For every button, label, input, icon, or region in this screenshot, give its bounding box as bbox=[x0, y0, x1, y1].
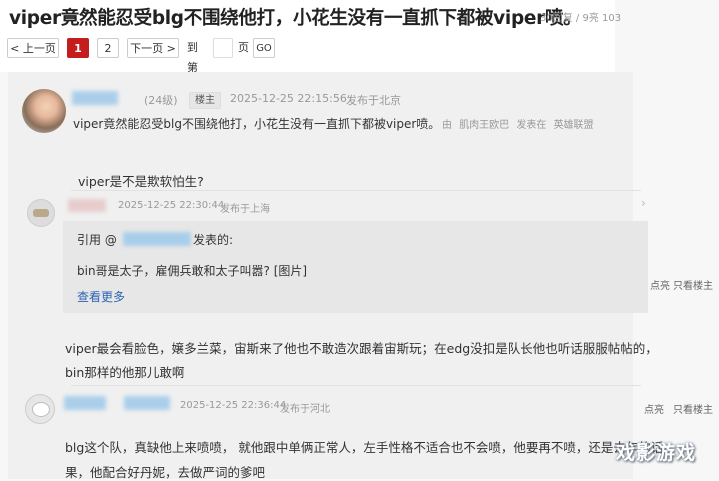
quote-text: bin哥是太子，雇佣兵敢和太子叫嚣? [图片] bbox=[77, 264, 308, 278]
reply2-body-line1: blg这个队，真缺他上来喷喷， 就他跟中单俩正常人，左手性格不适合也不会喷，他要… bbox=[65, 440, 664, 455]
thread-title: viper竟然能忍受blg不围绕他打，小花生没有一直抓下都被viper喷。 bbox=[9, 8, 582, 29]
op-badge: 楼主 bbox=[189, 92, 221, 109]
op-location: 发布于北京 bbox=[346, 94, 401, 107]
goto-suffix-label: 页 bbox=[238, 41, 249, 54]
reply2-level-redacted bbox=[124, 396, 170, 410]
op-post-body: viper竟然能忍受blg不围绕他打，小花生没有一直抓下都被viper喷。 bbox=[73, 117, 441, 131]
quote-username-redacted[interactable] bbox=[123, 232, 191, 246]
reply2-username-redacted[interactable] bbox=[64, 396, 106, 410]
page-number-input[interactable] bbox=[213, 38, 233, 58]
source-board-link[interactable]: 英雄联盟 bbox=[554, 120, 594, 131]
reply1-post-time: 2025-12-25 22:30:44 bbox=[118, 200, 225, 211]
reply2-location: 发布于河北 bbox=[280, 404, 330, 415]
reply2-post-time: 2025-12-25 22:36:44 bbox=[180, 400, 287, 411]
next-page-button[interactable]: 下一页 > bbox=[127, 38, 179, 58]
reply1-more-icon[interactable]: › bbox=[641, 196, 646, 210]
reply2-op-only-button[interactable]: 只看楼主 bbox=[673, 401, 713, 416]
source-mid: 发表在 bbox=[516, 120, 547, 131]
reply1-avatar[interactable] bbox=[27, 199, 55, 227]
see-more-link[interactable]: 查看更多 bbox=[77, 288, 125, 305]
reply1-body-line2: bin那样的他那儿敢啊 bbox=[65, 365, 185, 380]
reply1-op-only-button[interactable]: 只看楼主 bbox=[673, 277, 713, 292]
reply1-avatar-figure bbox=[33, 209, 49, 217]
divider bbox=[71, 385, 641, 386]
prev-page-button[interactable]: < 上一页 bbox=[7, 38, 59, 58]
reply2-light-button[interactable]: 点亮 bbox=[644, 401, 664, 416]
reply1-location: 发布于上海 bbox=[220, 204, 270, 215]
page-2-button[interactable]: 2 bbox=[97, 38, 119, 58]
op-username-redacted[interactable] bbox=[72, 91, 118, 105]
thread-header: viper竟然能忍受blg不围绕他打，小花生没有一直抓下都被viper喷。 30… bbox=[0, 0, 621, 74]
go-button[interactable]: GO bbox=[253, 38, 275, 58]
reply2-body-line2: 果，他配合好丹妮，去做严词的爹吧 bbox=[65, 465, 266, 480]
watermark: 戏影游戏 bbox=[616, 442, 697, 464]
op-avatar[interactable] bbox=[22, 89, 66, 133]
thread-stats: 30回复 / 9亮 103 bbox=[540, 13, 622, 24]
reply2-avatar[interactable] bbox=[25, 394, 55, 424]
reply1-username-redacted[interactable] bbox=[68, 199, 106, 212]
source-user-link[interactable]: 肌肉王欧巴 bbox=[459, 120, 509, 131]
reply1-body-line1: viper最会看脸色，嬢多兰菜，宙斯来了他也不敢造次跟着宙斯玩；在edg没扣是队… bbox=[65, 341, 658, 356]
source-prefix: 由 bbox=[442, 120, 452, 131]
reply1-light-button[interactable]: 点亮 bbox=[650, 277, 670, 292]
reply2-avatar-figure bbox=[32, 402, 50, 417]
quote-block: 引用 @ 发表的: bin哥是太子，雇佣兵敢和太子叫嚣? [图片] 查看更多 bbox=[63, 221, 648, 313]
quote-prefix: 引用 @ bbox=[77, 233, 117, 247]
page-1-button[interactable]: 1 bbox=[67, 38, 89, 58]
op-question: viper是不是欺软怕生? bbox=[78, 174, 204, 189]
op-post-time: 2025-12-25 22:15:56 bbox=[230, 92, 347, 105]
divider bbox=[71, 190, 641, 191]
quote-suffix: 发表的: bbox=[193, 233, 234, 247]
op-source: 由 肌肉王欧巴 发表在 英雄联盟 bbox=[442, 116, 594, 131]
op-level: (24级) bbox=[144, 94, 178, 107]
